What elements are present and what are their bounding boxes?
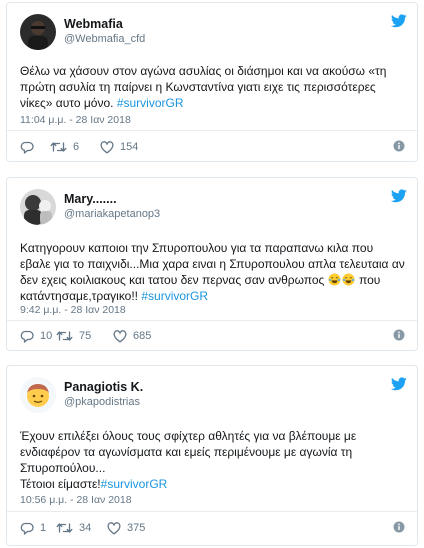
tweet-timestamp[interactable]: 10:56 μ.μ. - 28 Ιαν 2018 (20, 494, 132, 507)
author-names: Panagiotis K. @pkapodistrias (64, 379, 143, 409)
display-name[interactable]: Webmafia (64, 16, 145, 32)
user-handle[interactable]: @mariakapetanop3 (64, 207, 160, 221)
author-names: Webmafia @Webmafia_cfd (64, 16, 145, 46)
reply-button[interactable]: 1 (20, 520, 46, 536)
tweet-text-body: Θέλω να χάσουν στον αγώνα ασυλίας οι διά… (20, 64, 387, 110)
avatar[interactable] (20, 377, 56, 413)
user-handle[interactable]: @pkapodistrias (64, 395, 143, 409)
retweet-icon (50, 142, 67, 152)
info-icon[interactable] (393, 329, 405, 341)
reply-count: 1 (40, 522, 47, 534)
tweet-timestamp[interactable]: 11:04 μ.μ. - 28 Ιαν 2018 (20, 114, 131, 127)
tears-of-joy-emoji-icon (328, 273, 356, 287)
twitter-bird-icon[interactable] (391, 189, 407, 203)
heart-icon (107, 521, 121, 534)
tweet-text-line2: Τέτοιοι είμαστε! (20, 477, 101, 491)
heart-icon (113, 329, 127, 342)
avatar[interactable] (20, 14, 56, 50)
retweet-count: 75 (79, 330, 92, 342)
reply-button[interactable]: 10 (20, 328, 52, 344)
twitter-bird-icon[interactable] (391, 14, 407, 28)
tweet-feed: Webmafia @Webmafia_cfd Θέλω να χάσουν στ… (0, 0, 424, 548)
hashtag-link[interactable]: #survivorGR (117, 96, 184, 110)
reply-icon (20, 141, 34, 154)
like-count: 375 (127, 522, 146, 534)
tweet-text: Κατηγορουν καποιοι την Σπυροπουλου για τ… (20, 240, 405, 304)
tweet-text: Θέλω να χάσουν στον αγώνα ασυλίας οι διά… (20, 63, 405, 111)
retweet-button[interactable]: 34 (56, 520, 91, 536)
retweet-count: 6 (73, 141, 80, 153)
retweet-button[interactable]: 6 (50, 139, 79, 155)
tweet-header: Webmafia @Webmafia_cfd (20, 14, 407, 54)
retweet-button[interactable]: 75 (56, 328, 91, 344)
hashtag-link[interactable]: #survivorGR (101, 477, 168, 491)
reply-icon (20, 330, 34, 343)
display-name[interactable]: Panagiotis K. (64, 379, 143, 395)
user-handle[interactable]: @Webmafia_cfd (64, 32, 145, 46)
reply-count: 10 (40, 330, 53, 342)
tweet-card[interactable]: Mary....... @mariakapetanop3 Κατηγορουν … (6, 177, 418, 351)
twitter-bird-icon[interactable] (391, 377, 407, 391)
like-button[interactable]: 154 (100, 139, 138, 155)
retweet-icon (56, 331, 73, 341)
like-button[interactable]: 685 (113, 328, 151, 344)
tweet-actions: 6 154 (20, 139, 405, 155)
tweet-card[interactable]: Webmafia @Webmafia_cfd Θέλω να χάσουν στ… (6, 2, 418, 162)
heart-icon (100, 140, 114, 153)
tweet-header: Panagiotis K. @pkapodistrias (20, 377, 407, 417)
tweet-actions: 1 34 375 (20, 520, 405, 536)
retweet-count: 34 (79, 522, 92, 534)
tweet-header: Mary....... @mariakapetanop3 (20, 189, 407, 229)
author-names: Mary....... @mariakapetanop3 (64, 191, 160, 221)
retweet-icon (56, 523, 73, 533)
avatar[interactable] (20, 189, 56, 225)
like-count: 685 (133, 330, 152, 342)
divider (7, 130, 417, 131)
info-icon[interactable] (393, 521, 405, 533)
tweet-card[interactable]: Panagiotis K. @pkapodistrias Έχουν επιλέ… (6, 365, 418, 546)
tweet-text: Έχουν επιλέξει όλους τους σφίχτερ αθλητέ… (20, 428, 405, 492)
divider (7, 320, 417, 321)
reply-button[interactable] (20, 139, 40, 155)
divider (7, 511, 417, 512)
tweet-text-body: Έχουν επιλέξει όλους τους σφίχτερ αθλητέ… (20, 429, 357, 475)
info-icon[interactable] (393, 140, 405, 152)
tweet-timestamp[interactable]: 9:42 μ.μ. - 28 Ιαν 2018 (20, 304, 126, 317)
display-name[interactable]: Mary....... (64, 191, 160, 207)
tweet-actions: 10 75 685 (20, 328, 405, 344)
hashtag-link[interactable]: #survivorGR (141, 289, 208, 303)
like-count: 154 (120, 141, 139, 153)
reply-icon (20, 522, 34, 535)
like-button[interactable]: 375 (107, 520, 145, 536)
